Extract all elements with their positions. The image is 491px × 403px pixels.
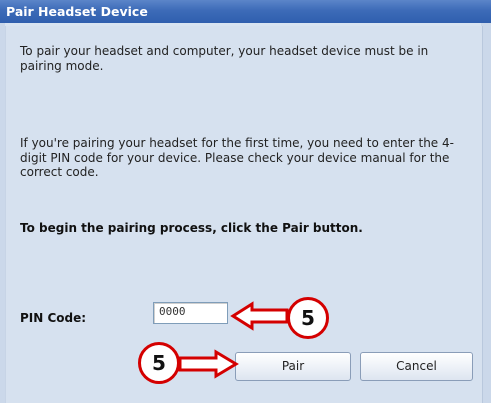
callout-arrow-left-icon [230, 301, 289, 331]
title-bar: Pair Headset Device [0, 0, 491, 23]
dialog-body [5, 26, 483, 403]
cancel-button[interactable]: Cancel [360, 352, 473, 381]
instruction-pairing-mode: To pair your headset and computer, your … [20, 44, 429, 73]
callout-number-pin: 5 [287, 297, 329, 339]
pin-code-label: PIN Code: [20, 311, 87, 325]
instruction-pin-code: If you're pairing your headset for the f… [20, 136, 454, 179]
callout-number-pair: 5 [138, 342, 180, 384]
dialog-title: Pair Headset Device [6, 4, 148, 19]
callout-arrow-right-icon [178, 349, 239, 379]
pair-button[interactable]: Pair [235, 352, 351, 381]
pair-headset-dialog: Pair Headset Device To pair your headset… [0, 0, 491, 403]
instruction-click-pair: To begin the pairing process, click the … [20, 221, 363, 235]
pin-code-input[interactable]: 0000 [153, 302, 228, 324]
